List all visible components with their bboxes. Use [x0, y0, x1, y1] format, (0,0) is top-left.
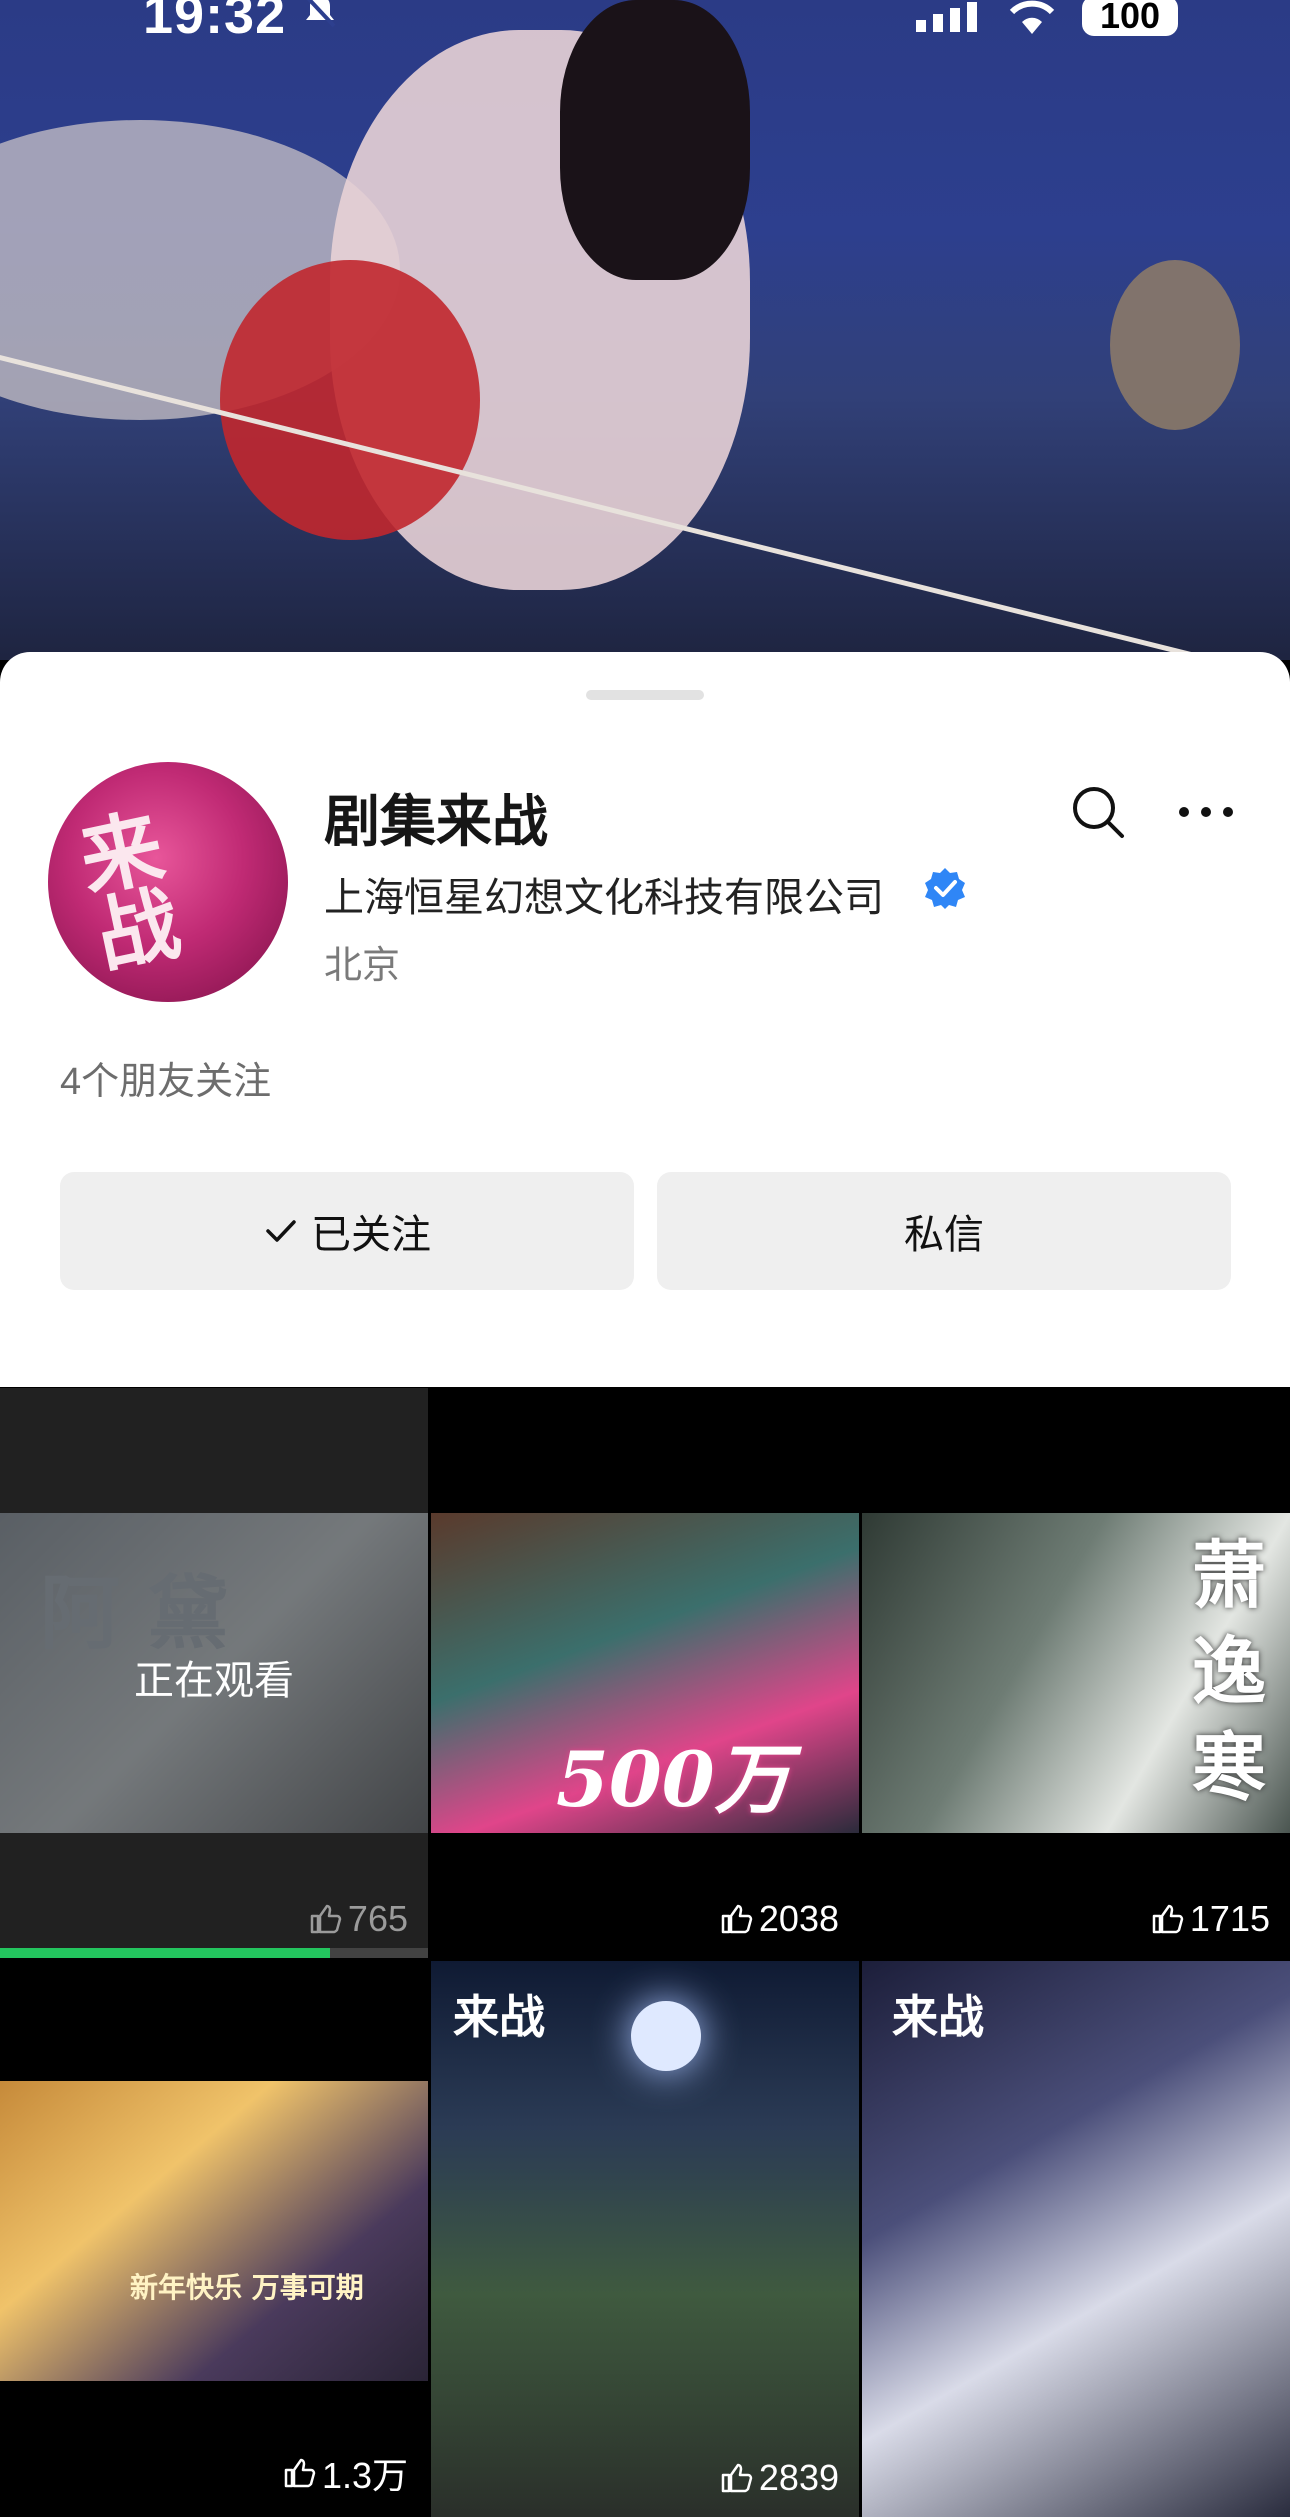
video-tile[interactable]: 阿 黛 正在观看 765 [0, 1388, 428, 1958]
like-count: 765 [308, 1898, 408, 1940]
checkmark-icon [266, 1220, 296, 1242]
like-count-value: 1.3万 [321, 2455, 408, 2496]
video-tile[interactable]: 来战 [862, 1961, 1290, 2517]
video-player[interactable]: 19:32 100 [0, 0, 1290, 660]
like-count-value: 1715 [1189, 1898, 1270, 1939]
like-count: 1715 [1150, 1898, 1270, 1940]
thumbnail-caption: 萧逸寒 [1192, 1533, 1266, 1811]
like-count-value: 765 [347, 1898, 408, 1939]
thumbs-up-icon [721, 2463, 753, 2493]
status-bar: 19:32 100 [0, 0, 1290, 45]
video-frame-lantern [1110, 260, 1240, 430]
watch-progress-bar [0, 1948, 428, 1958]
following-button-label: 已关注 [311, 1213, 431, 1257]
thumbnail-caption: 来战 [453, 1990, 545, 2044]
thumbnail-caption: 来战 [892, 1990, 984, 2044]
message-button[interactable]: 私信 [657, 1172, 1231, 1290]
like-count-value: 2038 [758, 1898, 839, 1939]
thumbs-up-icon [284, 2458, 316, 2488]
watch-progress-fill [0, 1948, 330, 1958]
thumbnail-caption: 500万 [556, 1735, 791, 1824]
thumbs-up-icon [721, 1904, 753, 1934]
wifi-icon [1009, 0, 1055, 34]
moon-decoration [631, 2001, 701, 2071]
status-time: 19:32 [143, 0, 287, 45]
avatar-text: 来战 [71, 798, 189, 986]
profile-name: 剧集来战 [324, 790, 548, 853]
message-button-label: 私信 [904, 1213, 984, 1257]
battery-indicator: 100 [1082, 0, 1178, 36]
profile-company: 上海恒星幻想文化科技有限公司 [324, 876, 884, 920]
verified-badge-icon [925, 868, 965, 909]
avatar[interactable]: 来战 [48, 762, 288, 1002]
more-options-icon[interactable] [1176, 792, 1236, 832]
like-count-value: 2839 [758, 2457, 839, 2498]
video-tile[interactable]: 500万 2038 [431, 1388, 859, 1958]
bell-muted-icon [306, 0, 336, 28]
video-tile[interactable]: 来战 2839 [431, 1961, 859, 2517]
like-count: 1.3万 [282, 2447, 408, 2499]
profile-panel: 来战 剧集来战 上海恒星幻想文化科技有限公司 北京 4个朋友关注 已关注 私信 [0, 652, 1290, 1387]
video-tile[interactable]: 新年快乐 万事可期 1.3万 [0, 1961, 428, 2517]
now-watching-label: 正在观看 [134, 1659, 294, 1703]
profile-location: 北京 [324, 945, 401, 987]
like-count: 2038 [719, 1898, 839, 1940]
thumbnail-caption: 新年快乐 万事可期 [130, 2271, 364, 2304]
cellular-signal-icon [916, 2, 977, 32]
video-frame-hair [560, 0, 750, 280]
video-tile[interactable]: 萧逸寒 1715 [862, 1388, 1290, 1958]
video-frame-detail [220, 260, 480, 540]
search-icon[interactable] [1068, 782, 1128, 842]
friends-following-text[interactable]: 4个朋友关注 [60, 1050, 271, 1105]
like-count: 2839 [719, 2457, 839, 2499]
video-grid: 阿 黛 正在观看 765 500万 2038 萧逸寒 1715 新年快乐 万事可… [0, 1388, 1290, 2517]
thumbs-up-icon [310, 1904, 342, 1934]
video-thumbnail [0, 2081, 428, 2381]
thumbs-up-icon [1152, 1904, 1184, 1934]
drag-handle[interactable] [586, 690, 704, 700]
following-button[interactable]: 已关注 [60, 1172, 634, 1290]
